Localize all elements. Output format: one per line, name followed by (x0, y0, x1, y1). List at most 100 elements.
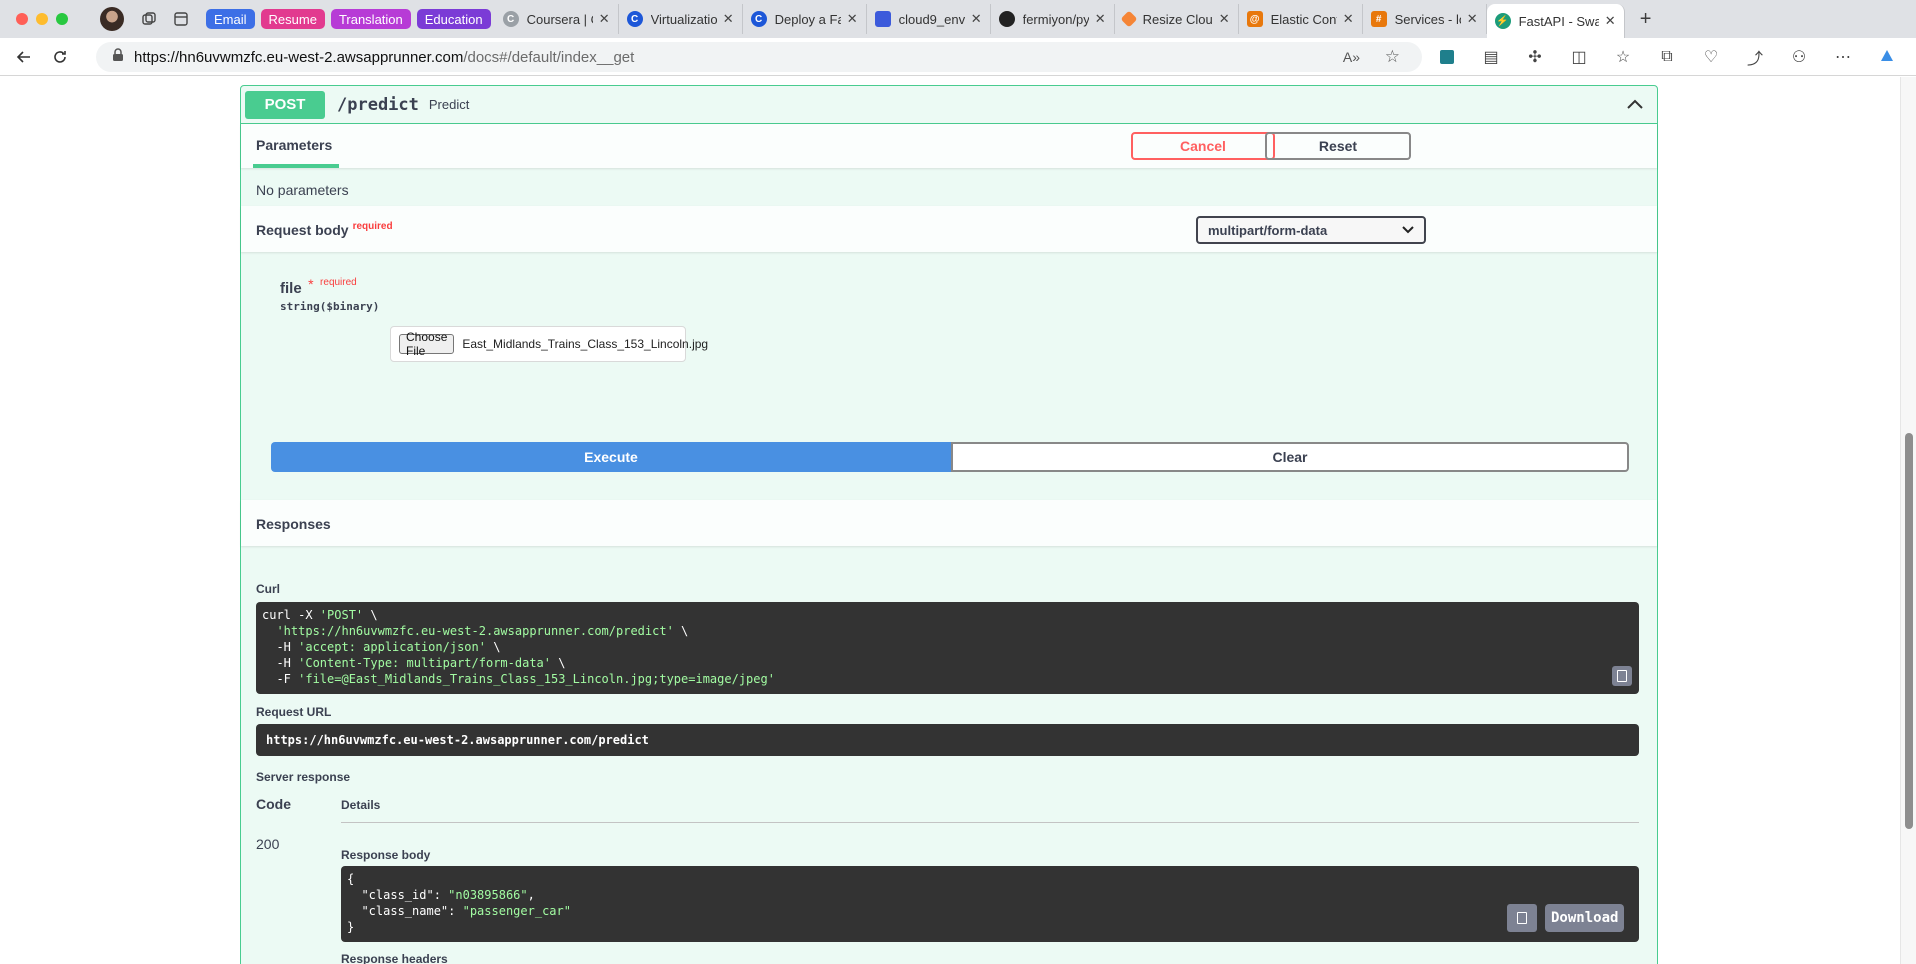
tab-title: fermiyon/pytor (1022, 11, 1089, 27)
copy-to-clipboard-icon[interactable] (1612, 666, 1632, 686)
responses-section-header: Responses (241, 500, 1657, 546)
browser-tab-bar: Email Resume Translation Education C Cou… (0, 0, 1916, 38)
code-line: -H 'accept: application/json' \ (262, 640, 501, 654)
tab-github-repo[interactable]: fermiyon/pytor ✕ (991, 4, 1115, 34)
no-parameters-text: No parameters (256, 182, 349, 198)
tab-virtualization[interactable]: C Virtualization, I ✕ (619, 4, 743, 34)
swagger-page: POST /predict Predict Parameters Cancel … (0, 77, 1900, 964)
scrollbar-thumb[interactable] (1905, 433, 1913, 829)
collapse-chevron-icon[interactable] (1625, 95, 1645, 115)
favorite-star-icon[interactable]: ☆ (1385, 47, 1400, 67)
reset-button[interactable]: Reset (1265, 132, 1411, 160)
tab-actions-icon[interactable] (170, 8, 192, 30)
cancel-button[interactable]: Cancel (1131, 132, 1275, 160)
execute-button[interactable]: Execute (271, 442, 951, 472)
close-tab-icon[interactable]: ✕ (1343, 11, 1354, 27)
parameters-section-header: Parameters Cancel Reset (241, 124, 1657, 168)
required-star: * (308, 276, 314, 292)
extension-icon[interactable] (1432, 42, 1462, 72)
curl-code-block[interactable]: curl -X 'POST' \ 'https://hn6uvwmzfc.eu-… (256, 602, 1639, 694)
copilot-icon[interactable] (1872, 42, 1902, 72)
operation-path: /predict (337, 94, 419, 115)
lock-icon (112, 48, 124, 66)
ecs-favicon-icon: @ (1246, 11, 1263, 27)
apprunner-favicon-icon: # (1370, 11, 1387, 27)
close-tab-icon[interactable]: ✕ (1095, 11, 1106, 27)
bookmark-resume[interactable]: Resume (260, 9, 325, 29)
github-favicon-icon (998, 11, 1015, 27)
tab-elastic-container[interactable]: @ Elastic Contain ✕ (1239, 4, 1363, 34)
close-tab-icon[interactable]: ✕ (971, 11, 982, 27)
split-screen-icon[interactable]: ◫ (1564, 42, 1594, 72)
close-tab-icon[interactable]: ✕ (1219, 11, 1230, 27)
file-field-label: file (280, 280, 302, 297)
address-toolbar: https://hn6uvwmzfc.eu-west-2.awsapprunne… (0, 38, 1916, 76)
tab-title: Virtualization, I (650, 11, 717, 27)
profile-sync-icon[interactable]: ⚇ (1784, 42, 1814, 72)
reading-view-icon[interactable]: ▤ (1476, 42, 1506, 72)
tab-deploy-fastapi[interactable]: C Deploy a FastA ✕ (743, 4, 867, 34)
fastapi-favicon-icon: ⚡ (1494, 13, 1511, 29)
address-bar[interactable]: https://hn6uvwmzfc.eu-west-2.awsapprunne… (96, 42, 1422, 72)
more-menu-icon[interactable]: ⋯ (1828, 42, 1858, 72)
response-body-code-block[interactable]: { "class_id": "n03895866", "class_name":… (341, 866, 1639, 942)
share-icon[interactable]: ⤴ (1740, 42, 1770, 72)
bookmark-education[interactable]: Education (416, 9, 491, 29)
close-tab-icon[interactable]: ✕ (723, 11, 734, 27)
download-button[interactable]: Download (1545, 904, 1625, 932)
close-window-button[interactable] (16, 13, 28, 25)
code-line: -F 'file=@East_Midlands_Trains_Class_153… (262, 672, 775, 686)
http-method-badge: POST (245, 90, 325, 119)
tab-cloud9-environment[interactable]: cloud9_enviror ✕ (867, 4, 991, 34)
page-scrollbar[interactable] (1900, 77, 1916, 964)
tab-title: FastAPI - Swag (1518, 13, 1599, 29)
back-icon[interactable] (8, 41, 40, 73)
tab-fastapi-swagger[interactable]: ⚡ FastAPI - Swag ✕ (1486, 4, 1625, 38)
close-tab-icon[interactable]: ✕ (847, 11, 858, 27)
close-tab-icon[interactable]: ✕ (1605, 13, 1616, 29)
request-url-value[interactable]: https://hn6uvwmzfc.eu-west-2.awsapprunne… (256, 724, 1639, 756)
clear-button[interactable]: Clear (951, 442, 1629, 472)
workspaces-icon[interactable] (138, 8, 160, 30)
read-aloud-icon[interactable]: A» (1343, 49, 1360, 65)
url-path: /docs#/default/index__get (463, 48, 635, 66)
copy-to-clipboard-icon[interactable] (1507, 904, 1537, 932)
tab-title: Elastic Contain (1270, 11, 1337, 27)
active-tab-indicator (253, 164, 339, 168)
file-input[interactable]: Choose File East_Midlands_Trains_Class_1… (390, 326, 708, 362)
new-tab-icon[interactable]: + (1635, 8, 1657, 30)
minimize-window-button[interactable] (36, 13, 48, 25)
bookmark-translation[interactable]: Translation (330, 9, 411, 29)
choose-file-button[interactable]: Choose File (399, 330, 455, 358)
tab-resize-cloud9[interactable]: Resize Cloud9 ✕ (1115, 4, 1239, 34)
tab-title: Services - logs (1394, 11, 1461, 27)
close-tab-icon[interactable]: ✕ (1467, 11, 1478, 27)
coursera-favicon-icon: C (626, 11, 643, 27)
browser-essentials-icon[interactable]: ♡ (1696, 42, 1726, 72)
server-response-label: Server response (256, 770, 351, 784)
refresh-icon[interactable] (44, 41, 76, 73)
close-tab-icon[interactable]: ✕ (599, 11, 610, 27)
operation-summary[interactable]: POST /predict Predict (241, 86, 1657, 124)
tab-title: Coursera | Onli (526, 11, 593, 27)
code-line: curl -X 'POST' \ (262, 608, 378, 622)
code-line: 'https://hn6uvwmzfc.eu-west-2.awsapprunn… (276, 624, 689, 638)
cloud9-favicon-icon (874, 11, 891, 27)
fullscreen-window-button[interactable] (56, 13, 68, 25)
content-type-select[interactable]: multipart/form-data (1196, 216, 1426, 244)
tab-title: cloud9_enviror (898, 11, 965, 27)
tab-coursera[interactable]: C Coursera | Onli ✕ (495, 4, 619, 34)
bookmark-email[interactable]: Email (206, 9, 255, 29)
curl-label: Curl (256, 582, 280, 596)
file-param-name: file * required (280, 276, 357, 298)
tab-services-logs[interactable]: # Services - logs ✕ (1363, 4, 1487, 34)
tab-parameters[interactable]: Parameters (256, 137, 332, 153)
collections-icon[interactable]: ⧉ (1652, 42, 1682, 72)
operation-description: Predict (428, 97, 470, 112)
favorites-icon[interactable]: ☆ (1608, 42, 1638, 72)
tab-title: Deploy a FastA (774, 11, 841, 27)
aws-favicon-icon (1120, 10, 1138, 28)
extensions-puzzle-icon[interactable]: ✣ (1520, 42, 1550, 72)
required-marker: required (352, 221, 393, 232)
profile-avatar[interactable] (100, 7, 124, 31)
